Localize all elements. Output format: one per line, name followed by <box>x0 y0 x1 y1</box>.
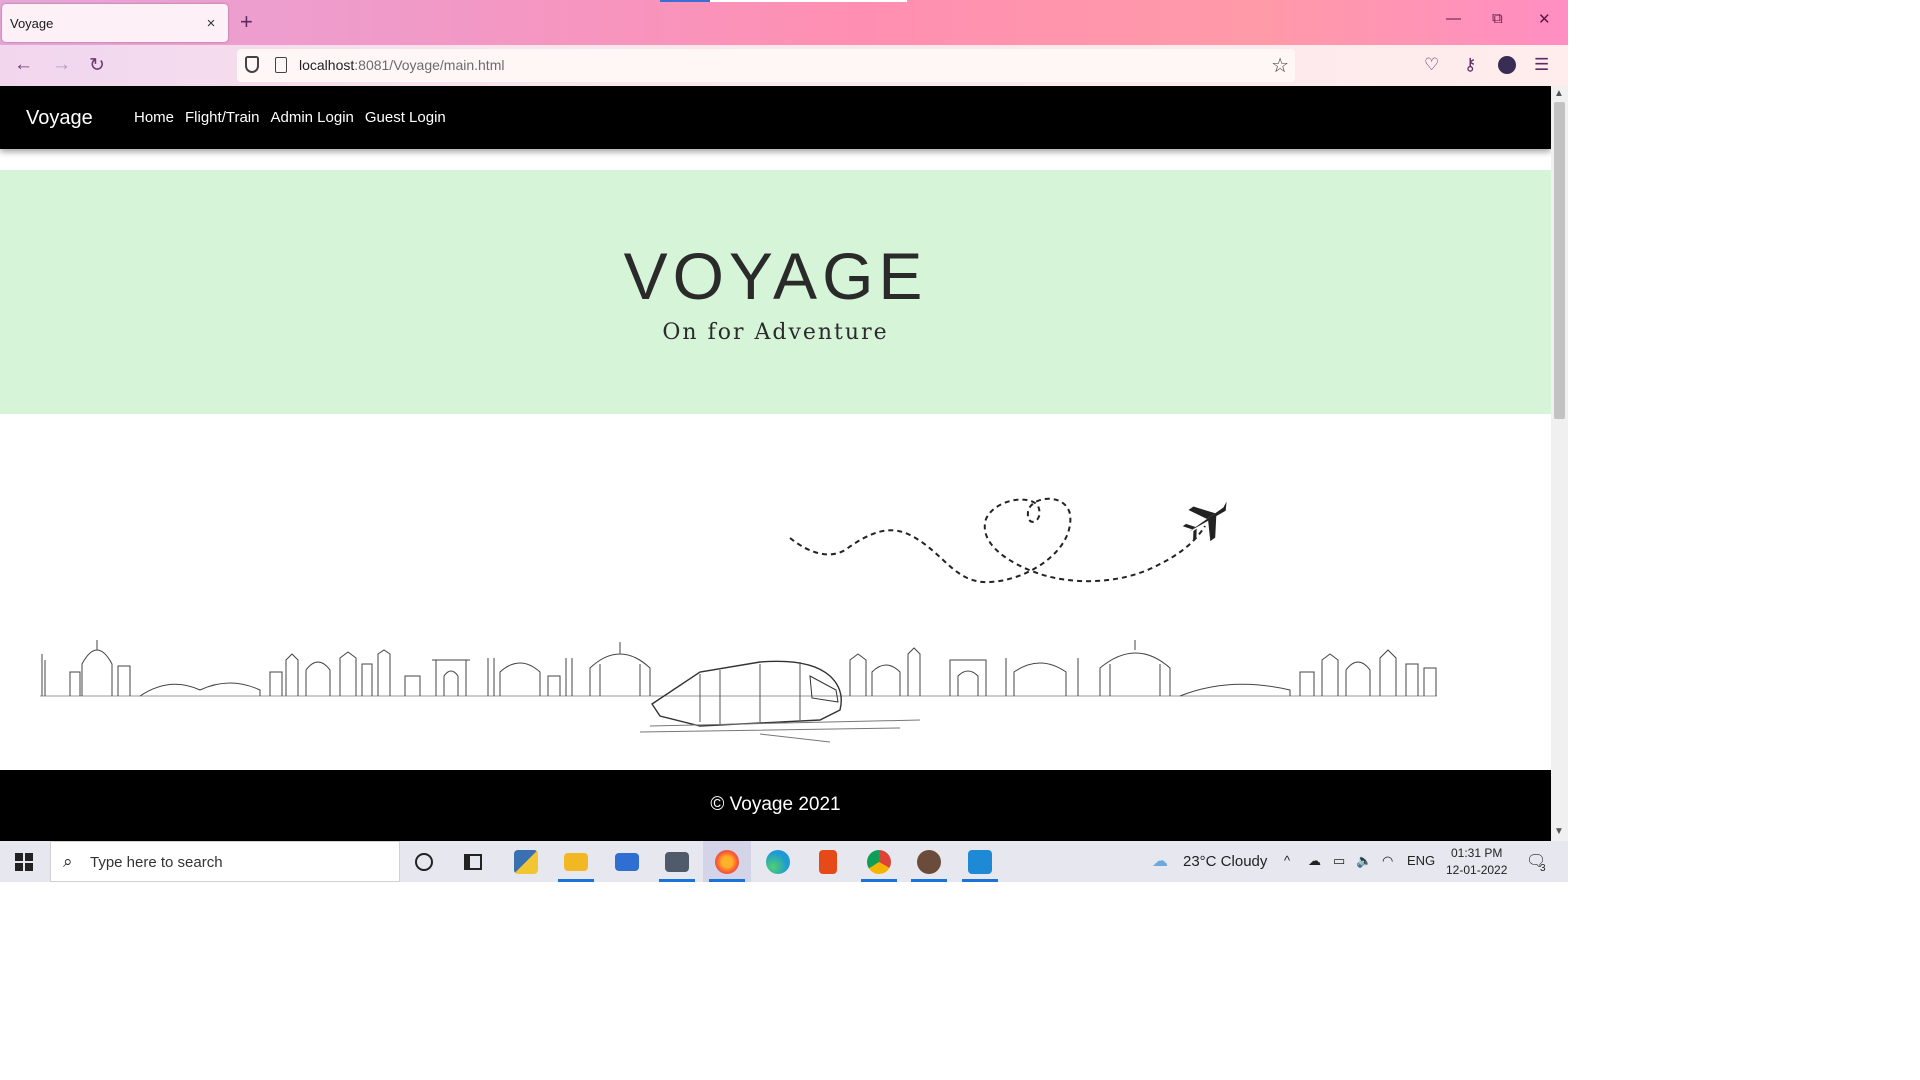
site-nav-links: Home Flight/Train Admin Login Guest Logi… <box>134 109 446 126</box>
battery-icon[interactable]: ▭ <box>1333 853 1345 869</box>
url-text[interactable]: localhost:8081/Voyage/main.html <box>299 57 504 73</box>
app-icon[interactable] <box>905 841 953 882</box>
task-view-icon[interactable] <box>449 841 497 882</box>
bookmark-star-icon[interactable]: ☆ <box>1271 53 1289 78</box>
forward-button[interactable]: → <box>52 54 71 76</box>
cortana-icon[interactable] <box>400 841 448 882</box>
search-placeholder: Type here to search <box>90 854 223 871</box>
back-button[interactable]: ← <box>14 54 33 76</box>
menu-hamburger-icon[interactable]: ☰ <box>1534 55 1549 75</box>
minimize-icon[interactable]: — <box>1446 10 1461 27</box>
office-icon[interactable] <box>804 841 852 882</box>
tab-title: Voyage <box>10 15 54 31</box>
nav-link-flight-train[interactable]: Flight/Train <box>185 109 259 126</box>
scroll-down-icon[interactable]: ▼ <box>1554 826 1564 837</box>
restore-icon[interactable]: ⧉ <box>1492 10 1503 27</box>
wifi-icon[interactable]: ◠ <box>1382 853 1393 869</box>
footer-copyright: © Voyage 2021 <box>710 794 841 815</box>
address-bar[interactable]: localhost:8081/Voyage/main.html ☆ <box>237 49 1295 82</box>
notification-count: 3 <box>1540 863 1546 874</box>
windows-taskbar: ⌕ Type here to search ☁ 23°C Cloudy ^ ☁ … <box>0 841 1568 882</box>
reload-button[interactable]: ↻ <box>89 54 105 77</box>
chevron-up-icon[interactable]: ^ <box>1284 853 1290 868</box>
close-tab-icon[interactable]: × <box>202 15 220 32</box>
scroll-up-icon[interactable]: ▲ <box>1554 88 1564 99</box>
firefox-icon[interactable] <box>703 841 751 882</box>
account-avatar-icon[interactable] <box>1498 56 1516 74</box>
close-window-icon[interactable]: ✕ <box>1538 10 1551 28</box>
loading-indicator <box>660 0 710 2</box>
edge-icon[interactable] <box>754 841 802 882</box>
browser-titlebar: Voyage × + — ⧉ ✕ <box>0 0 1568 45</box>
nav-link-admin-login[interactable]: Admin Login <box>270 109 353 126</box>
site-brand-link[interactable]: Voyage <box>26 107 93 130</box>
language-indicator[interactable]: ENG <box>1407 853 1435 868</box>
airplane-icon <box>1182 501 1227 542</box>
clock-time: 01:31 PM <box>1451 846 1503 860</box>
tracking-shield-icon[interactable] <box>245 56 259 73</box>
taskbar-search-input[interactable]: ⌕ Type here to search <box>50 841 400 882</box>
page-viewport: Voyage Home Flight/Train Admin Login Gue… <box>0 86 1551 841</box>
hero-subtitle: On for Adventure <box>662 320 889 345</box>
scrollbar-thumb[interactable] <box>1554 102 1565 419</box>
chrome-icon[interactable] <box>855 841 903 882</box>
vscode-icon[interactable] <box>956 841 1004 882</box>
hero-banner: VOYAGE On for Adventure <box>0 170 1551 414</box>
search-icon: ⌕ <box>63 852 73 871</box>
site-navbar: Voyage Home Flight/Train Admin Login Gue… <box>0 86 1551 149</box>
python-icon[interactable] <box>502 841 550 882</box>
site-footer: © Voyage 2021 <box>0 770 1551 841</box>
terminal-app-icon[interactable] <box>653 841 701 882</box>
browser-tab[interactable]: Voyage × <box>2 4 228 42</box>
passwords-key-icon[interactable]: ⚷ <box>1464 55 1476 75</box>
nav-link-guest-login[interactable]: Guest Login <box>365 109 446 126</box>
volume-icon[interactable]: 🔈 <box>1356 853 1372 869</box>
travel-illustration <box>40 497 1437 743</box>
file-explorer-icon[interactable] <box>552 841 600 882</box>
windows-start-icon[interactable] <box>15 853 33 871</box>
weather-text[interactable]: 23°C Cloudy <box>1183 853 1267 870</box>
weather-cloud-icon[interactable]: ☁ <box>1152 851 1168 871</box>
hero-title: VOYAGE <box>623 239 928 313</box>
nav-link-home[interactable]: Home <box>134 109 174 126</box>
dashed-flight-path <box>789 497 1206 584</box>
mail-icon[interactable] <box>603 841 651 882</box>
clock-date: 12-01-2022 <box>1446 863 1508 877</box>
onedrive-icon[interactable]: ☁ <box>1308 853 1321 869</box>
new-tab-button[interactable]: + <box>240 9 253 35</box>
taskbar-clock[interactable]: 01:31 PM 12-01-2022 <box>1446 845 1507 879</box>
page-scrollbar[interactable]: ▲ ▼ <box>1551 86 1568 841</box>
browser-toolbar: ← → ↻ localhost:8081/Voyage/main.html ☆ … <box>0 45 1568 86</box>
pocket-icon[interactable]: ♡ <box>1424 55 1439 75</box>
loading-indicator-track <box>710 0 907 2</box>
city-skyline <box>40 640 1437 743</box>
page-info-icon[interactable] <box>275 57 287 73</box>
